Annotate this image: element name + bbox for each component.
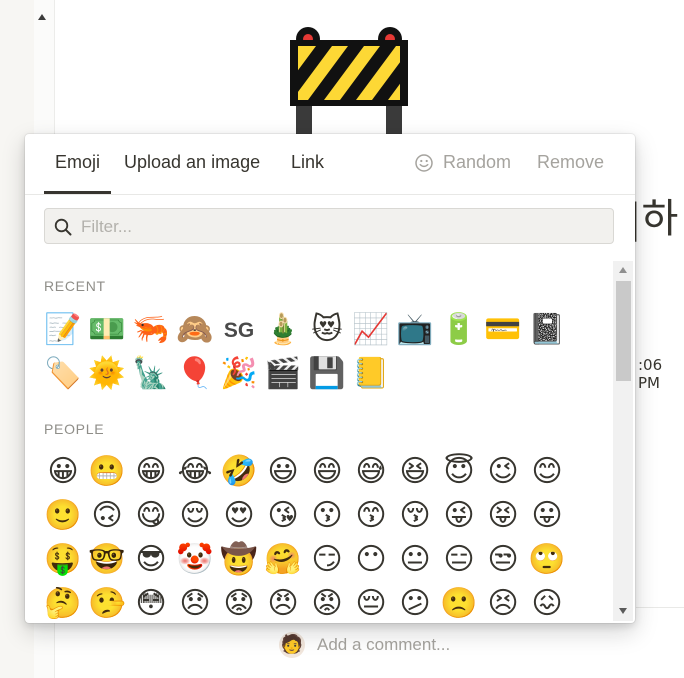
emoji-cell[interactable]: 🏷️ xyxy=(41,352,85,396)
emoji-cell[interactable]: 🤓 xyxy=(85,538,129,582)
emoji-cell[interactable]: 😆 xyxy=(393,450,437,494)
emoji-cell[interactable]: 😃 xyxy=(261,450,305,494)
emoji-cell[interactable]: 😇 xyxy=(437,450,481,494)
emoji-cell[interactable]: 😔 xyxy=(349,582,393,623)
emoji-cell[interactable]: 😚 xyxy=(393,494,437,538)
emoji-cell[interactable]: 😛 xyxy=(525,494,569,538)
construction-barrier-icon[interactable] xyxy=(286,22,412,140)
avatar: 🧑 xyxy=(279,632,305,658)
emoji-cell[interactable]: 🤗 xyxy=(261,538,305,582)
emoji-cell[interactable]: 📺 xyxy=(393,308,437,352)
remove-button[interactable]: Remove xyxy=(537,152,604,173)
emoji-cell[interactable]: 💾 xyxy=(305,352,349,396)
emoji-cell[interactable]: 📒 xyxy=(349,352,393,396)
scroll-down-icon[interactable] xyxy=(619,608,627,614)
emoji-cell[interactable]: 🙃 xyxy=(85,494,129,538)
emoji-cell[interactable]: 😁 xyxy=(129,450,173,494)
emoji-cell[interactable]: SG xyxy=(217,308,261,352)
emoji-cell[interactable]: 😘 xyxy=(261,494,305,538)
emoji-cell[interactable]: 😋 xyxy=(129,494,173,538)
tab-link[interactable]: Link xyxy=(291,152,324,173)
emoji-cell[interactable]: 😐 xyxy=(393,538,437,582)
comment-row[interactable]: 🧑 Add a comment... xyxy=(279,632,450,658)
emoji-cell[interactable]: 😞 xyxy=(173,582,217,623)
search-icon xyxy=(54,218,72,236)
emoji-cell[interactable]: 💵 xyxy=(85,308,129,352)
filter-input[interactable] xyxy=(79,213,603,241)
emoji-cell[interactable]: 📝 xyxy=(41,308,85,352)
emoji-cell[interactable]: 😎 xyxy=(129,538,173,582)
emoji-cell[interactable]: 😂 xyxy=(173,450,217,494)
comment-input[interactable]: Add a comment... xyxy=(317,635,450,655)
emoji-cell[interactable]: 🤡 xyxy=(173,538,217,582)
section-label-recent: RECENT xyxy=(44,278,106,294)
emoji-cell[interactable]: 🎍 xyxy=(261,308,305,352)
emoji-cell[interactable]: 🙁 xyxy=(437,582,481,623)
scroll-up-icon[interactable] xyxy=(619,267,627,273)
emoji-cell[interactable]: 💳 xyxy=(481,308,525,352)
emoji-cell[interactable]: 😝 xyxy=(481,494,525,538)
divider xyxy=(636,607,684,608)
emoji-cell[interactable]: 😅 xyxy=(349,450,393,494)
page-scroll-up-icon[interactable] xyxy=(38,14,46,20)
emoji-cell[interactable]: 😏 xyxy=(305,538,349,582)
emoji-cell[interactable]: 🔋 xyxy=(437,308,481,352)
emoji-cell[interactable]: 😟 xyxy=(217,582,261,623)
emoji-cell[interactable]: 😄 xyxy=(305,450,349,494)
page-title-fragment: |하 xyxy=(628,196,679,242)
emoji-cell[interactable]: 🤔 xyxy=(41,582,85,623)
emoji-cell[interactable]: 🤠 xyxy=(217,538,261,582)
emoji-cell[interactable]: 😗 xyxy=(305,494,349,538)
random-button[interactable]: Random xyxy=(443,152,511,173)
emoji-cell[interactable]: 😊 xyxy=(525,450,569,494)
emoji-cell[interactable]: 😜 xyxy=(437,494,481,538)
filter-field[interactable] xyxy=(44,208,614,244)
emoji-cell[interactable]: 😻 xyxy=(305,308,349,352)
emoji-cell[interactable]: 😡 xyxy=(305,582,349,623)
emoji-cell[interactable]: 😳 xyxy=(129,582,173,623)
emoji-cell[interactable]: 📓 xyxy=(525,308,569,352)
emoji-cell[interactable]: 🌞 xyxy=(85,352,129,396)
recent-emoji-grid: 📝 💵 🦐 🙈 SG 🎍 😻 📈 📺 🔋 💳 📓 🏷️ 🌞 🗽 🎈 🎉 🎬 💾 📒 xyxy=(41,308,569,396)
emoji-cell[interactable]: 😌 xyxy=(173,494,217,538)
emoji-cell[interactable]: 🦐 xyxy=(129,308,173,352)
page-time-fragment: :06 PM xyxy=(638,356,663,392)
emoji-cell[interactable]: 😬 xyxy=(85,450,129,494)
emoji-cell[interactable]: 🤑 xyxy=(41,538,85,582)
emoji-cell[interactable]: 🤥 xyxy=(85,582,129,623)
section-label-people: PEOPLE xyxy=(44,421,105,437)
emoji-cell[interactable]: 😑 xyxy=(437,538,481,582)
emoji-cell[interactable]: 📈 xyxy=(349,308,393,352)
emoji-cell[interactable]: 😖 xyxy=(525,582,569,623)
scrollbar-thumb[interactable] xyxy=(616,281,631,381)
emoji-cell[interactable]: 😉 xyxy=(481,450,525,494)
smiley-icon xyxy=(415,154,433,172)
emoji-cell[interactable]: 😕 xyxy=(393,582,437,623)
emoji-cell[interactable]: 😠 xyxy=(261,582,305,623)
active-tab-indicator xyxy=(44,191,111,194)
emoji-cell[interactable]: 🎬 xyxy=(261,352,305,396)
picker-tabs: Emoji Upload an image Link Random Remove xyxy=(25,134,635,195)
icon-picker-popover: Emoji Upload an image Link Random Remove… xyxy=(25,134,635,623)
tab-upload-image[interactable]: Upload an image xyxy=(124,152,260,173)
emoji-cell[interactable]: 🎈 xyxy=(173,352,217,396)
tab-emoji[interactable]: Emoji xyxy=(55,152,100,173)
people-emoji-grid: 😀 😬 😁 😂 🤣 😃 😄 😅 😆 😇 😉 😊 🙂 🙃 😋 😌 😍 😘 😗 😙 😚 😜 😝 😛 🤑 🤓 😎 🤡 🤠 🤗 😏 😶 😐 😑 😒 🙄 🤔 🤥 😳 😞… xyxy=(41,450,569,623)
emoji-cell[interactable]: 🙂 xyxy=(41,494,85,538)
emoji-cell[interactable]: 🎉 xyxy=(217,352,261,396)
emoji-cell[interactable]: 🗽 xyxy=(129,352,173,396)
emoji-cell[interactable]: 🙈 xyxy=(173,308,217,352)
emoji-cell[interactable]: 🤣 xyxy=(217,450,261,494)
emoji-cell[interactable]: 😶 xyxy=(349,538,393,582)
emoji-cell[interactable]: 😀 xyxy=(41,450,85,494)
emoji-cell[interactable]: 😣 xyxy=(481,582,525,623)
emoji-cell[interactable]: 😙 xyxy=(349,494,393,538)
emoji-cell[interactable]: 🙄 xyxy=(525,538,569,582)
emoji-cell[interactable]: 😍 xyxy=(217,494,261,538)
emoji-cell[interactable]: 😒 xyxy=(481,538,525,582)
